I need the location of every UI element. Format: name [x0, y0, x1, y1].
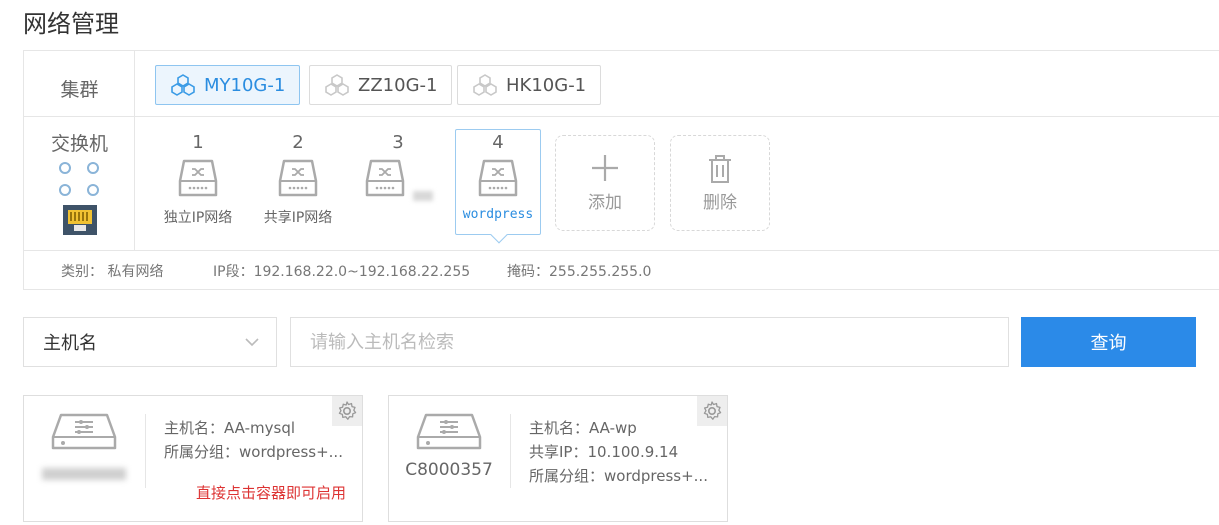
switch-label-col: 交换机 — [24, 117, 135, 250]
switch-name-redacted — [412, 191, 433, 201]
switch-name: 独立IP网络 — [163, 210, 233, 226]
host-group: 所属分组：wordpress+... — [164, 443, 343, 461]
cluster-button-zz10g-1[interactable]: ZZ10G-1 — [309, 65, 453, 105]
search-input[interactable] — [290, 317, 1009, 367]
cluster-icon — [171, 74, 195, 96]
switch-name: wordpress — [462, 207, 534, 222]
cluster-icon — [473, 74, 497, 96]
cluster-row: 集群 MY10G-1 ZZ10G-1 HK10G-1 — [24, 51, 1219, 117]
host-card-aa-wp[interactable]: C8000357 主机名：AA-wp 共享IP：10.100.9.14 所属分组… — [388, 395, 728, 522]
switch-icon — [278, 159, 318, 197]
plus-icon — [592, 155, 618, 181]
add-switch-label: 添加 — [588, 193, 622, 213]
switch-number: 3 — [392, 132, 404, 153]
host-group: 所属分组：wordpress+... — [529, 467, 708, 485]
delete-switch-button[interactable]: 删除 — [670, 135, 770, 231]
switch-icon — [178, 159, 218, 197]
network-panel: 集群 MY10G-1 ZZ10G-1 HK10G-1 交换机 1 独立IP网络 … — [23, 50, 1219, 290]
switch-icon — [366, 159, 405, 197]
search-field-select[interactable]: 主机名 — [23, 317, 277, 367]
host-icon-area: C8000357 — [389, 396, 509, 521]
switch-item-3[interactable]: 3 — [355, 129, 441, 235]
host-id-redacted — [42, 468, 126, 480]
host-card-aa-mysql[interactable]: 主机名：AA-mysql 所属分组：wordpress+... 直接点击容器即可… — [23, 395, 363, 522]
switch-row: 交换机 1 独立IP网络 2 共享IP网络 3 4 wordpress 添加 删… — [24, 117, 1219, 251]
cluster-button-label: MY10G-1 — [204, 74, 286, 96]
server-icon — [416, 413, 482, 450]
switch-number: 1 — [192, 132, 204, 153]
trash-icon — [709, 155, 731, 183]
network-mask: 掩码：255.255.255.0 — [507, 264, 652, 280]
divider — [510, 414, 511, 488]
cluster-icon — [325, 74, 349, 96]
switch-number: 4 — [492, 132, 504, 153]
host-details: 主机名：AA-wp 共享IP：10.100.9.14 所属分组：wordpres… — [529, 416, 708, 488]
cluster-label: 集群 — [60, 79, 99, 101]
switch-item-4[interactable]: 4 wordpress — [455, 129, 541, 244]
switch-ports-icon — [59, 162, 99, 235]
server-icon — [51, 413, 117, 450]
divider — [145, 414, 146, 488]
page-title: 网络管理 — [23, 10, 119, 38]
host-id: C8000357 — [405, 460, 493, 480]
switch-icon — [478, 159, 518, 197]
network-type: 类别： 私有网络 — [61, 264, 164, 280]
enable-hint: 直接点击容器即可启用 — [195, 484, 346, 502]
switch-label: 交换机 — [50, 133, 108, 155]
gear-icon[interactable] — [697, 396, 727, 426]
add-switch-button[interactable]: 添加 — [555, 135, 655, 231]
select-value: 主机名 — [43, 333, 97, 354]
switch-number: 2 — [292, 132, 304, 153]
host-shared-ip: 共享IP：10.100.9.14 — [529, 443, 679, 461]
cluster-button-my10g-1[interactable]: MY10G-1 — [155, 65, 301, 105]
host-name: 主机名：AA-wp — [529, 419, 637, 437]
delete-switch-label: 删除 — [703, 193, 737, 213]
host-name: 主机名：AA-mysql — [164, 419, 296, 437]
network-info-row: 类别： 私有网络 IP段：192.168.22.0~192.168.22.255… — [24, 251, 1219, 289]
network-ip-range: IP段：192.168.22.0~192.168.22.255 — [213, 264, 471, 280]
host-icon-area — [24, 396, 144, 521]
gear-icon[interactable] — [332, 396, 362, 426]
switch-name: 共享IP网络 — [263, 210, 333, 226]
search-button[interactable]: 查询 — [1021, 317, 1196, 367]
cluster-button-hk10g-1[interactable]: HK10G-1 — [457, 65, 602, 105]
chevron-down-icon — [245, 338, 259, 347]
switch-item-2[interactable]: 2 共享IP网络 — [255, 129, 341, 235]
cluster-button-label: ZZ10G-1 — [358, 74, 438, 96]
selection-arrow — [490, 226, 508, 244]
cluster-button-label: HK10G-1 — [506, 74, 587, 96]
switch-item-1[interactable]: 1 独立IP网络 — [155, 129, 241, 235]
host-details: 主机名：AA-mysql 所属分组：wordpress+... — [164, 416, 343, 464]
cluster-label-col: 集群 — [24, 51, 135, 116]
